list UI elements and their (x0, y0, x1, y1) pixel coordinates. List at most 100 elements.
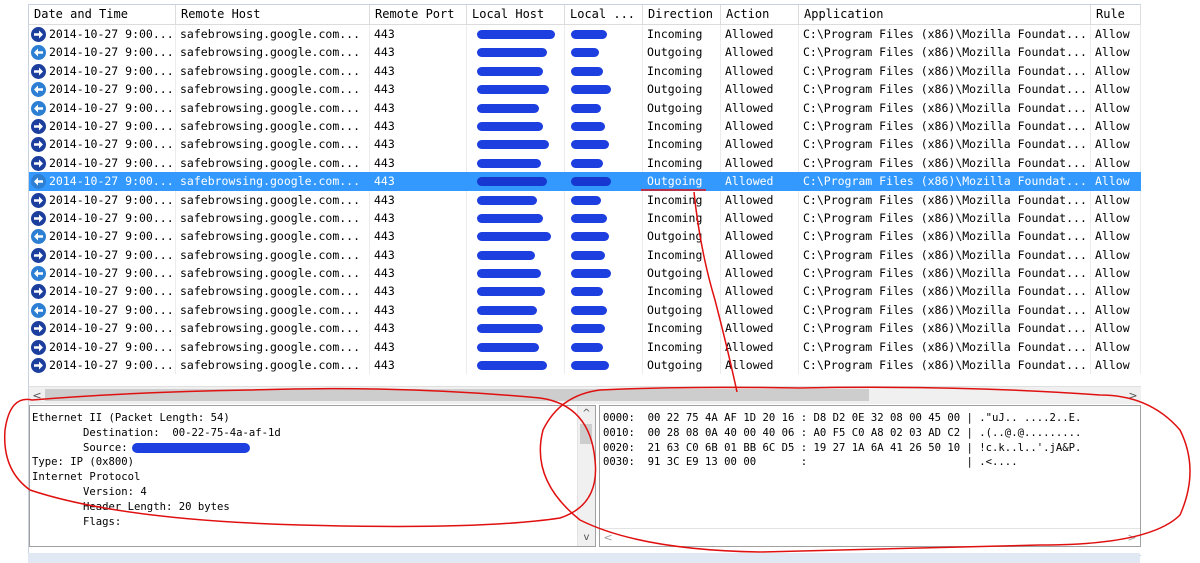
redacted-local-host (477, 287, 545, 297)
rule-cell: Allow (1091, 319, 1141, 338)
table-row[interactable]: 2014-10-27 9:00... safebrowsing.google.co… (29, 98, 1141, 117)
redacted-local-port (571, 305, 607, 315)
table-row[interactable]: 2014-10-27 9:00... safebrowsing.google.co… (29, 43, 1141, 62)
column-header-direction[interactable]: Direction (643, 5, 721, 24)
date-cell: 2014-10-27 9:00... (29, 190, 176, 209)
date-cell: 2014-10-27 9:00... (29, 153, 176, 173)
scroll-down-arrow-icon[interactable]: v (578, 530, 595, 546)
table-row[interactable]: 2014-10-27 9:00... safebrowsing.google.co… (29, 208, 1141, 228)
table-row[interactable]: 2014-10-27 9:00... safebrowsing.google.co… (29, 190, 1141, 209)
remote-port-cell: 443 (370, 356, 467, 375)
column-header-application[interactable]: Application (799, 5, 1091, 24)
column-header-local-host[interactable]: Local Host (467, 5, 565, 24)
remote-port-cell: 443 (370, 227, 467, 246)
direction-cell: Outgoing (643, 356, 721, 375)
local-port-cell (565, 25, 643, 44)
application-cell: C:\Program Files (x86)\Mozilla Foundat..… (799, 135, 1091, 154)
rule-cell: Allow (1091, 190, 1141, 209)
date-cell: 2014-10-27 9:00... (29, 264, 176, 283)
incoming-arrow-icon (31, 155, 46, 171)
redacted-local-port (571, 121, 605, 131)
table-row[interactable]: 2014-10-27 9:00... safebrowsing.google.co… (29, 319, 1141, 338)
remote-host-cell: safebrowsing.google.com... (176, 135, 370, 154)
scroll-left-arrow-icon[interactable]: < (29, 387, 45, 404)
scrollbar-thumb[interactable] (580, 424, 592, 444)
packet-details-pane[interactable]: Ethernet II (Packet Length: 54) Destinat… (29, 405, 596, 547)
scroll-right-arrow-icon[interactable]: > (1124, 529, 1140, 546)
local-host-cell (467, 356, 565, 375)
scroll-right-arrow-icon[interactable]: > (1125, 387, 1141, 404)
date-cell: 2014-10-27 9:00... (29, 61, 176, 81)
table-row[interactable]: 2014-10-27 9:00... safebrowsing.google.co… (29, 25, 1141, 44)
table-row[interactable]: 2014-10-27 9:00... safebrowsing.google.co… (29, 116, 1141, 136)
date-cell: 2014-10-27 9:00... (29, 80, 176, 99)
remote-host-cell: safebrowsing.google.com... (176, 337, 370, 357)
table-row[interactable]: 2014-10-27 9:00... safebrowsing.google.co… (29, 172, 1141, 191)
scrollbar-thumb[interactable] (45, 389, 869, 401)
scroll-left-arrow-icon[interactable]: < (600, 529, 616, 546)
column-header-local-port[interactable]: Local ... (565, 5, 643, 24)
local-host-cell (467, 264, 565, 283)
local-port-cell (565, 172, 643, 191)
table-horizontal-scrollbar[interactable]: < > (29, 386, 1141, 404)
local-port-cell (565, 245, 643, 265)
action-cell: Allowed (721, 43, 799, 62)
table-row[interactable]: 2014-10-27 9:00... safebrowsing.google.co… (29, 153, 1141, 173)
remote-host-cell: safebrowsing.google.com... (176, 208, 370, 228)
table-header: Date and Time Remote Host Remote Port Lo… (29, 5, 1141, 25)
rule-cell: Allow (1091, 135, 1141, 154)
table-row[interactable]: 2014-10-27 9:00... safebrowsing.google.co… (29, 80, 1141, 99)
rule-cell: Allow (1091, 80, 1141, 99)
column-header-remote-port[interactable]: Remote Port (370, 5, 467, 24)
incoming-arrow-icon (31, 118, 46, 134)
local-port-cell (565, 190, 643, 209)
action-cell: Allowed (721, 61, 799, 81)
remote-port-cell: 443 (370, 264, 467, 283)
table-row[interactable]: 2014-10-27 9:00... safebrowsing.google.co… (29, 337, 1141, 357)
action-cell: Allowed (721, 25, 799, 44)
remote-port-cell: 443 (370, 135, 467, 154)
redacted-local-host (477, 195, 537, 205)
column-header-date[interactable]: Date and Time (29, 5, 176, 24)
remote-host-cell: safebrowsing.google.com... (176, 153, 370, 173)
table-row[interactable]: 2014-10-27 9:00... safebrowsing.google.co… (29, 300, 1141, 320)
column-header-action[interactable]: Action (721, 5, 799, 24)
hex-horizontal-scrollbar[interactable]: < > (600, 528, 1140, 546)
action-cell: Allowed (721, 282, 799, 301)
incoming-arrow-icon (31, 137, 46, 153)
remote-port-cell: 443 (370, 98, 467, 117)
local-host-cell (467, 25, 565, 44)
connection-table: Date and Time Remote Host Remote Port Lo… (29, 5, 1141, 375)
local-host-cell (467, 61, 565, 81)
hex-dump-pane[interactable]: 0000: 00 22 75 4A AF 1D 20 16 : D8 D2 0E… (599, 405, 1141, 547)
redacted-local-host (477, 305, 537, 315)
table-row[interactable]: 2014-10-27 9:00... safebrowsing.google.co… (29, 227, 1141, 246)
local-port-cell (565, 98, 643, 117)
scroll-up-arrow-icon[interactable]: ^ (578, 406, 595, 422)
local-host-cell (467, 43, 565, 62)
direction-cell: Outgoing (643, 80, 721, 99)
direction-cell: Incoming (643, 135, 721, 154)
local-host-cell (467, 116, 565, 136)
column-header-rule[interactable]: Rule (1091, 5, 1141, 24)
remote-host-cell: safebrowsing.google.com... (176, 98, 370, 117)
table-row[interactable]: 2014-10-27 9:00... safebrowsing.google.co… (29, 245, 1141, 265)
action-cell: Allowed (721, 245, 799, 265)
table-row[interactable]: 2014-10-27 9:00... safebrowsing.google.co… (29, 135, 1141, 154)
details-vertical-scrollbar[interactable]: ^ v (577, 406, 595, 546)
date-cell: 2014-10-27 9:00... (29, 208, 176, 228)
remote-host-cell: safebrowsing.google.com... (176, 172, 370, 191)
details-line: Version: 4 (83, 485, 147, 498)
redacted-local-port (571, 66, 603, 76)
redacted-local-host (477, 177, 547, 187)
remote-host-cell: safebrowsing.google.com... (176, 25, 370, 44)
rule-cell: Allow (1091, 300, 1141, 320)
table-row[interactable]: 2014-10-27 9:00... safebrowsing.google.co… (29, 61, 1141, 81)
direction-cell: Incoming (643, 337, 721, 357)
direction-cell: Incoming (643, 245, 721, 265)
table-row[interactable]: 2014-10-27 9:00... safebrowsing.google.co… (29, 264, 1141, 283)
incoming-arrow-icon (31, 27, 46, 42)
table-row[interactable]: 2014-10-27 9:00... safebrowsing.google.co… (29, 282, 1141, 301)
column-header-remote-host[interactable]: Remote Host (176, 5, 370, 24)
table-row[interactable]: 2014-10-27 9:00... safebrowsing.google.co… (29, 356, 1141, 375)
